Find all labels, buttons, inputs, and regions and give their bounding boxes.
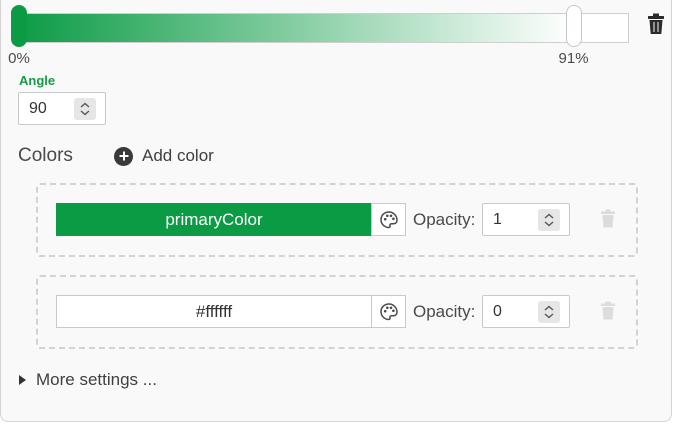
trash-icon[interactable] xyxy=(600,209,616,228)
trash-icon[interactable] xyxy=(600,301,616,320)
spinner-icon[interactable] xyxy=(74,98,96,120)
gradient-stop-label: 91% xyxy=(558,50,589,67)
color-name: primaryColor xyxy=(165,209,263,229)
palette-button[interactable] xyxy=(371,203,406,236)
opacity-field[interactable] xyxy=(482,295,570,328)
opacity-field[interactable] xyxy=(482,203,570,236)
angle-label: Angle xyxy=(19,73,56,88)
add-color-label: Add color xyxy=(142,146,214,165)
more-settings-label: More settings ... xyxy=(36,370,157,389)
gradient-stop-handle[interactable] xyxy=(11,5,27,47)
gradient-stop-label: 0% xyxy=(8,50,30,67)
color-swatch[interactable]: #ffffff xyxy=(56,295,372,328)
opacity-input[interactable] xyxy=(493,210,537,230)
gradient-editor-panel: 0% 91% Angle Colors Add color primaryColo… xyxy=(0,0,672,422)
color-card: #ffffff Opacity: xyxy=(36,275,638,349)
angle-input[interactable] xyxy=(29,99,73,119)
palette-button[interactable] xyxy=(371,295,406,328)
more-settings-toggle[interactable]: More settings ... xyxy=(19,370,157,390)
caret-right-icon xyxy=(19,375,26,385)
opacity-label: Opacity: xyxy=(413,210,476,229)
spinner-icon[interactable] xyxy=(538,209,560,231)
gradient-preview-bar[interactable] xyxy=(13,13,629,43)
colors-heading: Colors xyxy=(18,145,73,166)
spinner-icon[interactable] xyxy=(538,301,560,323)
color-name: #ffffff xyxy=(195,301,233,321)
angle-field[interactable] xyxy=(18,92,106,125)
palette-icon xyxy=(379,210,398,228)
plus-circle-icon xyxy=(114,146,133,166)
palette-icon xyxy=(379,302,398,320)
opacity-input[interactable] xyxy=(493,302,537,322)
trash-icon[interactable] xyxy=(646,13,666,35)
gradient-stop-handle[interactable] xyxy=(565,5,582,47)
add-color-button[interactable]: Add color xyxy=(114,145,214,167)
opacity-label: Opacity: xyxy=(413,302,476,321)
color-card: primaryColor Opacity: xyxy=(36,183,638,257)
gradient-fill xyxy=(14,14,573,42)
color-swatch[interactable]: primaryColor xyxy=(56,203,372,236)
